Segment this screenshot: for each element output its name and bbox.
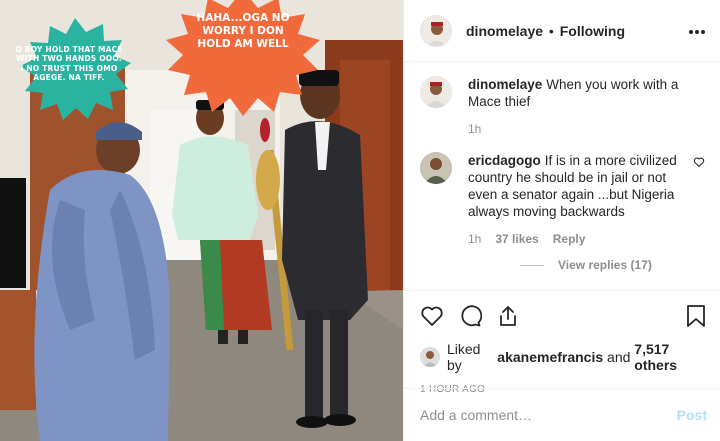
caption-username[interactable]: dinomelaye [468, 77, 542, 92]
liked-by-prefix: Liked by [447, 341, 481, 373]
add-comment-bar: Post [404, 388, 720, 441]
likes-count-button[interactable]: 7,517 others [634, 341, 707, 373]
view-replies-label: View replies (17) [558, 258, 652, 272]
caption: dinomelaye When you work with a Mace thie… [420, 76, 705, 138]
post-actions: Liked by akanemefrancis and 7,517 others… [404, 290, 720, 395]
liked-by: Liked by akanemefrancis and 7,517 others [420, 341, 707, 373]
author-username[interactable]: dinomelaye [466, 23, 543, 39]
more-horizontal-icon[interactable] [688, 22, 706, 40]
view-replies-line [520, 265, 544, 267]
speech-burst-right-text: Haha...Oga no worry I don hold am well [196, 12, 290, 51]
post-photo[interactable]: O boy hold that mace with two hands ooo.… [0, 0, 403, 441]
reply-button[interactable]: Reply [553, 231, 586, 248]
comments-list[interactable]: dinomelaye When you work with a Mace thie… [404, 76, 720, 288]
view-replies-button[interactable]: View replies (17) [520, 258, 705, 272]
post-header: dinomelaye • Following [404, 0, 720, 62]
share-icon[interactable] [496, 304, 520, 328]
header-user-line: dinomelaye • Following [466, 23, 688, 39]
comment-time[interactable]: 1h [468, 231, 481, 248]
caption-time[interactable]: 1h [468, 121, 481, 138]
comment-heart-icon[interactable] [693, 156, 705, 168]
bookmark-icon[interactable] [685, 304, 707, 328]
following-button[interactable]: Following [560, 23, 625, 39]
author-avatar[interactable] [420, 14, 452, 47]
comment-meta: 1h 37 likes Reply [468, 231, 683, 248]
post-side-panel: dinomelaye • Following dinomelaye When yo… [403, 0, 720, 441]
caption-meta: 1h [468, 121, 705, 138]
action-icon-row [420, 301, 707, 331]
comment-input[interactable] [420, 407, 677, 423]
speech-burst-left-text: O boy hold that mace with two hands ooo.… [15, 45, 123, 83]
comment-icon[interactable] [458, 304, 482, 328]
heart-icon[interactable] [420, 304, 444, 328]
commenter-avatar[interactable] [420, 152, 452, 184]
commenter-username[interactable]: ericdagogo [468, 153, 541, 168]
comment-likes[interactable]: 37 likes [495, 231, 538, 248]
comment-item: ericdagogo If is in a more civilized coun… [420, 152, 705, 248]
caption-avatar[interactable] [420, 76, 452, 108]
liker-username[interactable]: akanemefrancis [497, 349, 603, 365]
header-separator: • [548, 22, 554, 39]
liked-by-joiner: and [607, 349, 631, 365]
post-comment-button[interactable]: Post [677, 407, 707, 423]
liker-avatar[interactable] [420, 347, 440, 367]
